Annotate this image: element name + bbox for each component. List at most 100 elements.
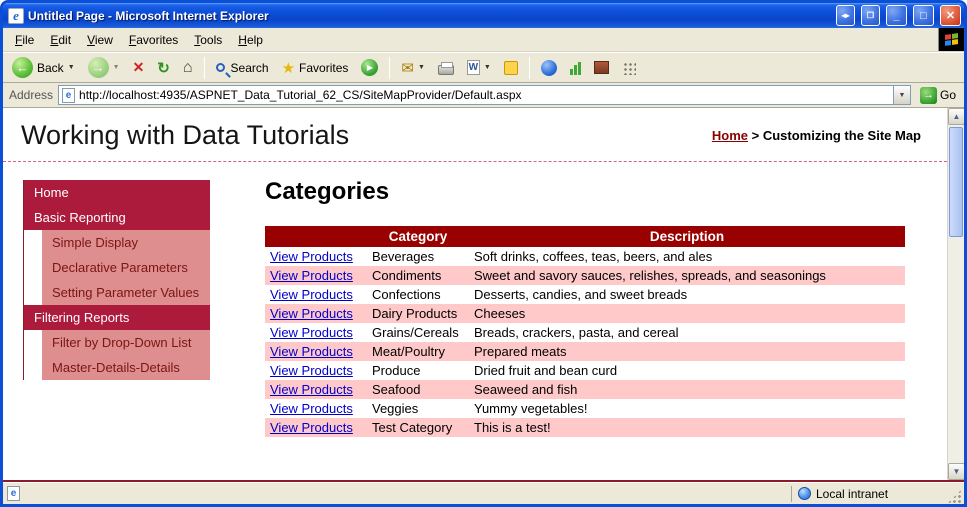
view-products-link[interactable]: View Products (270, 325, 353, 340)
stop-icon: ✕ (132, 59, 145, 75)
column-header: Category (367, 226, 469, 247)
status-bar: e Local intranet (3, 482, 964, 504)
view-products-link[interactable]: View Products (270, 249, 353, 264)
column-header (265, 226, 367, 247)
ie-page-icon: e (62, 87, 76, 103)
forward-button[interactable]: → ▼ (83, 55, 125, 80)
description-cell: This is a test! (474, 420, 551, 435)
chart-icon (569, 61, 581, 75)
title-extra-arrows-button[interactable]: ◂▸ (836, 5, 855, 26)
notes-icon (503, 60, 518, 75)
description-cell: Cheeses (474, 306, 526, 321)
maximize-button[interactable]: □ (913, 5, 934, 26)
address-url[interactable]: http://localhost:4935/ASPNET_Data_Tutori… (79, 88, 889, 102)
print-button[interactable] (433, 59, 459, 77)
categories-table: Category Description View Products Beverag… (265, 226, 905, 437)
scrollbar-track[interactable] (948, 125, 964, 463)
view-products-cell: View Products (265, 266, 367, 285)
menu-item-tools[interactable]: Tools (186, 30, 230, 50)
vertical-scrollbar[interactable]: ▲ ▼ (947, 108, 964, 480)
menu-item-edit[interactable]: Edit (42, 30, 79, 50)
view-products-link[interactable]: View Products (270, 420, 353, 435)
sidebar-item-master-details-details[interactable]: Master-Details-Details (42, 355, 210, 380)
main-content: Categories Category Description View Prod… (265, 162, 905, 437)
home-button[interactable]: ⌂ (178, 57, 198, 79)
back-icon: ← (12, 57, 33, 78)
view-products-cell: View Products (265, 342, 367, 361)
address-bar: Address e http://localhost:4935/ASPNET_D… (3, 83, 964, 108)
view-products-link[interactable]: View Products (270, 287, 353, 302)
close-button[interactable]: ✕ (940, 5, 961, 26)
category-cell: Beverages (372, 249, 435, 264)
breadcrumb-home-link[interactable]: Home (712, 128, 748, 143)
view-products-link[interactable]: View Products (270, 363, 353, 378)
menu-item-file[interactable]: File (7, 30, 42, 50)
refresh-button[interactable]: ↻ (152, 57, 175, 79)
breadcrumb-separator: > (748, 128, 763, 143)
forward-dropdown-icon: ▼ (112, 64, 120, 71)
description-cell: Sweet and savory sauces, relishes, sprea… (474, 268, 826, 283)
menu-item-favorites[interactable]: Favorites (121, 30, 186, 50)
sidebar-item-home[interactable]: Home (24, 180, 210, 205)
mail-button[interactable]: ✉ ▼ (396, 57, 430, 79)
chart-tool-button[interactable] (565, 59, 586, 77)
messenger-button[interactable] (536, 58, 562, 78)
category-row: View Products Beverages Soft drinks, coffe… (265, 247, 905, 266)
mail-icon: ✉ (401, 59, 414, 77)
stop-button[interactable]: ✕ (128, 57, 150, 78)
title-extra-window-button[interactable]: ❐ (861, 5, 880, 26)
breadcrumb: Home > Customizing the Site Map (712, 128, 921, 143)
notes-button[interactable] (499, 59, 523, 77)
edit-with-word-button[interactable]: W ▼ (462, 58, 496, 77)
view-products-link[interactable]: View Products (270, 382, 353, 397)
description-cell: Seaweed and fish (474, 382, 578, 397)
scroll-up-button[interactable]: ▲ (948, 108, 964, 125)
minimize-button[interactable]: _ (886, 5, 907, 26)
history-button[interactable] (589, 59, 614, 76)
view-products-cell: View Products (265, 380, 367, 399)
menu-bar: File Edit View Favorites Tools Help (3, 28, 964, 52)
media-button[interactable]: ▶ (356, 57, 383, 78)
back-button[interactable]: ← Back ▼ (7, 55, 80, 80)
sidebar-item-filter-by-drop-down-list[interactable]: Filter by Drop-Down List (42, 330, 210, 355)
sidebar-item-setting-parameter-values[interactable]: Setting Parameter Values (42, 280, 210, 305)
address-dropdown-button[interactable]: ▼ (892, 86, 910, 104)
sidebar-item-basic-reporting[interactable]: Basic Reporting (24, 205, 210, 230)
address-input[interactable]: e http://localhost:4935/ASPNET_Data_Tuto… (58, 85, 911, 105)
menu-item-help[interactable]: Help (230, 30, 271, 50)
tiles-button[interactable] (617, 59, 641, 77)
category-cell: Grains/Cereals (372, 325, 459, 340)
search-label: Search (230, 60, 269, 75)
word-icon: W (466, 60, 480, 75)
go-button[interactable]: → Go (916, 86, 960, 105)
ie-logo-icon: e (8, 7, 24, 24)
category-row: View Products Produce Dried fruit and bean… (265, 361, 905, 380)
menu-item-view[interactable]: View (79, 30, 121, 50)
content-area: Working with Data Tutorials Home > Custo… (3, 108, 964, 482)
view-products-link[interactable]: View Products (270, 268, 353, 283)
sidebar-nav: Home Basic Reporting Simple Display Declara… (23, 180, 210, 380)
sidebar-item-simple-display[interactable]: Simple Display (42, 230, 210, 255)
standard-toolbar: ← Back ▼ → ▼ ✕ ↻ ⌂ Search ★ Favorites ▶ … (3, 52, 964, 83)
resize-grip-icon[interactable] (947, 489, 962, 504)
view-products-link[interactable]: View Products (270, 344, 353, 359)
favorites-button[interactable]: ★ Favorites (277, 57, 354, 79)
scroll-down-button[interactable]: ▼ (948, 463, 964, 480)
go-arrow-icon: → (919, 86, 937, 104)
search-button[interactable]: Search (211, 59, 274, 77)
sidebar-item-filtering-reports[interactable]: Filtering Reports (24, 305, 210, 330)
description-cell: Breads, crackers, pasta, and cereal (474, 325, 679, 340)
toolbar-separator (528, 56, 530, 79)
category-row: View Products Grains/Cereals Breads, crack… (265, 323, 905, 342)
categories-table-body: View Products Beverages Soft drinks, coffe… (265, 247, 905, 437)
buildings-icon (593, 61, 609, 74)
view-products-link[interactable]: View Products (270, 401, 353, 416)
view-products-link[interactable]: View Products (270, 306, 353, 321)
title-bar[interactable]: e Untitled Page - Microsoft Internet Exp… (3, 3, 964, 28)
category-row: View Products Seafood Seaweed and fish (265, 380, 905, 399)
favorites-label: Favorites (299, 60, 349, 75)
view-products-cell: View Products (265, 285, 367, 304)
view-products-cell: View Products (265, 247, 367, 266)
scrollbar-thumb[interactable] (949, 127, 963, 237)
sidebar-item-declarative-parameters[interactable]: Declarative Parameters (42, 255, 210, 280)
